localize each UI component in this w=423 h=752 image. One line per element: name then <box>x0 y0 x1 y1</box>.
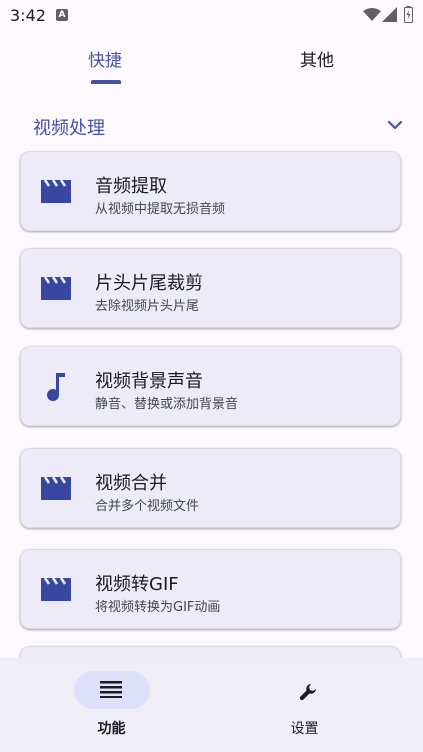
clapperboard-icon <box>40 275 72 305</box>
card-subtitle: 从视频中提取无损音频 <box>95 202 226 217</box>
card-subtitle: 静音、替换或添加背景音 <box>95 397 239 412</box>
nav-item-settings[interactable]: 设置 <box>212 658 423 752</box>
chevron-down-icon[interactable] <box>387 117 403 137</box>
status-time: 3:42 <box>10 6 46 25</box>
wrench-icon <box>299 683 317 705</box>
card-title: 视频合并 <box>95 473 167 494</box>
card-video-to-gif[interactable]: 视频转GIF 将视频转换为GIF动画 <box>20 549 401 629</box>
bottom-navigation: 功能 设置 <box>0 658 423 752</box>
active-tab-indicator <box>91 80 121 84</box>
nav-label-settings: 设置 <box>290 721 319 737</box>
card-subtitle: 合并多个视频文件 <box>95 499 200 514</box>
card-video-merge[interactable]: 视频合并 合并多个视频文件 <box>20 448 401 528</box>
section-title: 视频处理 <box>33 118 105 139</box>
tab-quick[interactable]: 快捷 <box>88 46 122 71</box>
status-bar: 3:42 A <box>0 0 423 30</box>
nav-item-features[interactable]: 功能 <box>0 658 211 752</box>
card-subtitle: 去除视频片头片尾 <box>95 299 200 314</box>
top-tabs: 快捷 其他 <box>0 36 423 86</box>
signal-icon <box>382 7 398 26</box>
section-header-video-processing[interactable]: 视频处理 <box>33 114 403 140</box>
battery-icon <box>404 6 413 27</box>
clapperboard-icon <box>40 576 72 606</box>
card-trim-intro-outro[interactable]: 片头片尾裁剪 去除视频片头片尾 <box>20 248 401 328</box>
card-background-sound[interactable]: 视频背景声音 静音、替换或添加背景音 <box>20 346 401 426</box>
card-audio-extract[interactable]: 音频提取 从视频中提取无损音频 <box>20 151 401 231</box>
card-title: 视频背景声音 <box>95 371 203 392</box>
card-subtitle: 将视频转换为GIF动画 <box>95 600 221 615</box>
list-icon <box>100 680 122 702</box>
card-title: 视频转GIF <box>95 574 179 595</box>
music-note-icon <box>45 371 67 407</box>
card-title: 音频提取 <box>95 176 167 197</box>
card-title: 片头片尾裁剪 <box>95 273 203 294</box>
tab-other[interactable]: 其他 <box>300 46 334 71</box>
clapperboard-icon <box>40 475 72 505</box>
notification-badge: A <box>56 9 68 21</box>
wifi-icon <box>363 7 381 26</box>
clapperboard-icon <box>40 178 72 208</box>
nav-label-features: 功能 <box>97 721 126 737</box>
